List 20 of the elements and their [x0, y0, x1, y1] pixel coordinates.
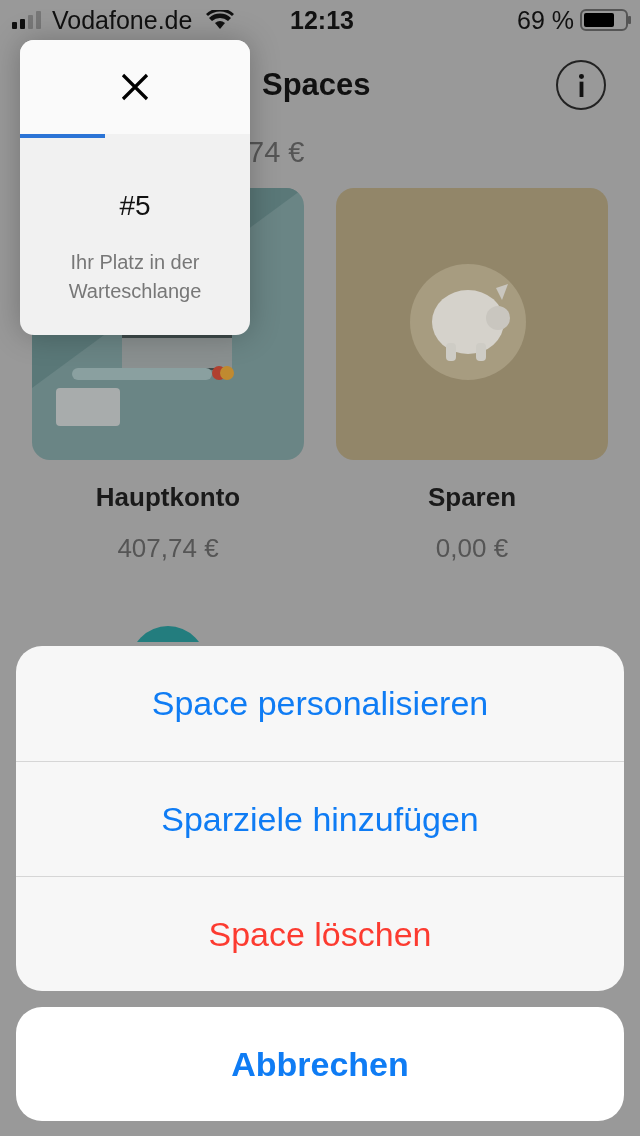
space-name: Sparen — [427, 482, 517, 513]
page-title: Spaces — [262, 67, 371, 103]
cancel-button[interactable]: Abbrechen — [16, 1007, 624, 1121]
info-button[interactable] — [556, 60, 606, 110]
battery-percent: 69 % — [517, 5, 574, 35]
action-item[interactable]: Sparziele hinzufügen — [16, 761, 624, 876]
queue-caption: Ihr Platz in der Warteschlange — [67, 250, 203, 304]
wifi-icon — [206, 10, 235, 30]
queue-position: #5 — [119, 190, 151, 222]
space-balance: 407,74 € — [117, 533, 219, 564]
close-icon — [120, 72, 150, 102]
space-balance: 0,00 € — [435, 533, 509, 564]
total-balance: 74 € — [247, 135, 306, 170]
battery-icon — [580, 9, 632, 31]
space-name: Hauptkonto — [95, 482, 241, 513]
action-item[interactable]: Space löschen — [16, 876, 624, 991]
carrier-name: Vodafone.de — [52, 5, 193, 35]
info-icon — [578, 73, 584, 97]
action-item[interactable]: Space personalisieren — [16, 646, 624, 761]
clock-time: 12:13 — [290, 5, 354, 35]
